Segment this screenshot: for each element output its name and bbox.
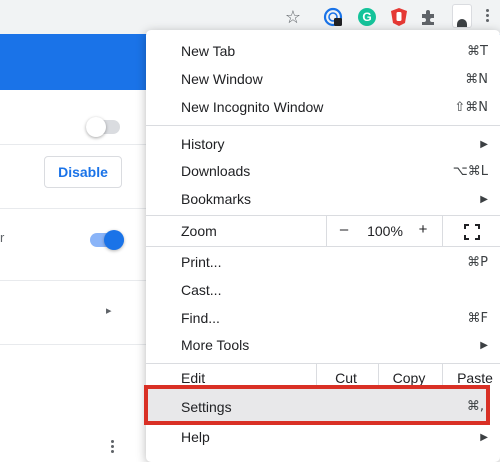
menu-item-label: History	[181, 136, 225, 152]
fullscreen-icon[interactable]	[464, 224, 480, 240]
menu-item-more-tools[interactable]: More Tools ▶	[146, 331, 500, 359]
page-divider	[0, 344, 150, 345]
menu-item-bookmarks[interactable]: Bookmarks ▶	[146, 185, 500, 213]
toggle-off[interactable]	[86, 117, 120, 137]
menu-item-history[interactable]: History ▶	[146, 130, 500, 158]
menu-item-settings[interactable]: Settings ⌘,	[144, 385, 490, 425]
shortcut-label: ⌘T	[467, 43, 488, 59]
menu-item-zoom: Zoom – 100% +	[146, 216, 500, 246]
menu-item-label: New Window	[181, 71, 263, 87]
star-icon[interactable]: ☆	[282, 6, 304, 28]
red-extension-icon[interactable]	[388, 6, 410, 28]
menu-item-label: Print...	[181, 254, 222, 270]
menu-item-label: Help	[181, 429, 210, 445]
submenu-arrow-icon: ▶	[480, 339, 488, 351]
shortcut-label: ⌘,	[466, 399, 484, 414]
submenu-arrow-icon: ▶	[480, 431, 488, 443]
menu-item-label: New Tab	[181, 43, 236, 59]
menu-item-label: Bookmarks	[181, 191, 252, 207]
shortcut-label: ⌘P	[467, 254, 488, 270]
page-divider	[0, 144, 150, 145]
menu-item-print[interactable]: Print... ⌘P	[146, 248, 500, 276]
menu-divider	[146, 246, 500, 247]
zoom-in-button[interactable]: +	[414, 221, 432, 238]
toggle-knob	[104, 230, 124, 250]
shortcut-label: ⌘F	[467, 310, 488, 326]
cut-button[interactable]: Cut	[318, 370, 374, 386]
grammarly-letter: G	[362, 10, 371, 24]
menu-item-label: Settings	[181, 399, 232, 415]
menu-item-help[interactable]: Help ▶	[146, 423, 500, 451]
menu-item-label: More Tools	[181, 337, 250, 353]
page-divider	[0, 280, 150, 281]
menu-item-label: Edit	[181, 370, 206, 386]
zoom-divider	[326, 216, 327, 246]
extensions-page: Disable r ▸	[0, 90, 150, 462]
zoom-divider	[442, 216, 443, 246]
zoom-out-button[interactable]: –	[336, 221, 352, 238]
menu-item-new-tab[interactable]: New Tab ⌘T	[146, 37, 500, 65]
shortcut-label: ⌘N	[465, 71, 488, 87]
browser-toolbar: ☆ G	[0, 0, 500, 34]
menu-item-cast[interactable]: Cast...	[146, 276, 500, 304]
menu-item-label: Zoom	[181, 223, 217, 239]
profile-icon[interactable]	[452, 4, 472, 28]
submenu-arrow-icon: ▶	[480, 138, 488, 150]
toggle-on[interactable]	[90, 230, 124, 250]
menu-item-new-incognito-window[interactable]: New Incognito Window ⇧⌘N	[146, 93, 500, 121]
grammarly-icon[interactable]: G	[356, 6, 378, 28]
menu-item-downloads[interactable]: Downloads ⌥⌘L	[146, 157, 500, 185]
puzzle-icon[interactable]	[418, 6, 440, 28]
shortcut-label: ⇧⌘N	[454, 99, 488, 115]
truncated-label: r	[0, 230, 5, 245]
paste-button[interactable]: Paste	[448, 370, 500, 386]
menu-divider	[146, 125, 500, 126]
reader-extension-icon[interactable]	[322, 6, 344, 28]
disable-button[interactable]: Disable	[44, 156, 122, 188]
menu-item-label: Cast...	[181, 282, 222, 298]
toggle-knob	[86, 117, 106, 137]
more-vert-icon[interactable]	[477, 7, 497, 29]
submenu-arrow-icon: ▶	[480, 193, 488, 205]
menu-item-find[interactable]: Find... ⌘F	[146, 304, 500, 332]
more-vert-icon[interactable]	[106, 438, 118, 455]
zoom-level: 100%	[367, 223, 403, 239]
shortcut-label: ⌥⌘L	[452, 163, 488, 179]
chevron-right-icon[interactable]: ▸	[106, 304, 112, 317]
menu-item-label: Downloads	[181, 163, 251, 179]
menu-item-label: Find...	[181, 310, 220, 326]
page-divider	[0, 208, 150, 209]
menu-item-new-window[interactable]: New Window ⌘N	[146, 65, 500, 93]
menu-item-label: New Incognito Window	[181, 99, 324, 115]
copy-button[interactable]: Copy	[380, 370, 438, 386]
